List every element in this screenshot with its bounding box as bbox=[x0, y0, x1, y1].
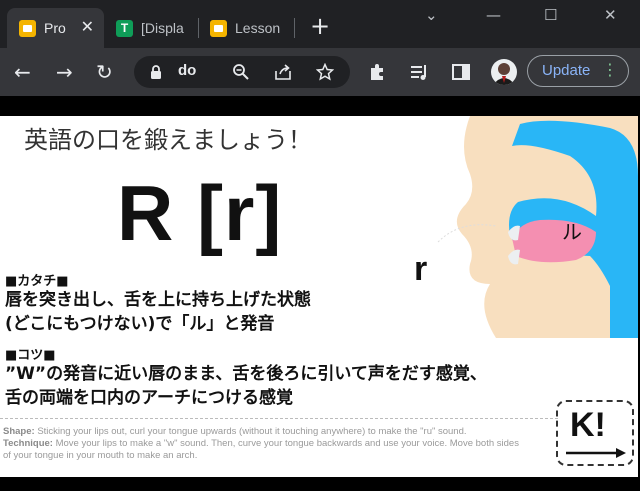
new-tab-button[interactable]: + bbox=[310, 12, 330, 40]
update-button[interactable]: Update ⋮ bbox=[527, 55, 629, 87]
tab-strip: Pro ✕ T [Displa Lesson + ⌄ — ☐ ✕ bbox=[0, 0, 640, 48]
technique-note-text: Move your lips to make a "w" sound. Then… bbox=[3, 438, 519, 461]
tips-line-1: ”W”の発音に近い唇のまま、舌を後ろに引いて声をだす感覚、 bbox=[5, 364, 487, 384]
close-window-button[interactable]: ✕ bbox=[604, 6, 617, 24]
lock-icon bbox=[151, 65, 161, 79]
tab-lesson[interactable]: Lesson bbox=[198, 8, 292, 48]
slides-icon bbox=[19, 19, 36, 37]
reload-button[interactable]: ↻ bbox=[96, 60, 113, 84]
tab-title: Lesson bbox=[235, 20, 281, 36]
tab-divider bbox=[294, 18, 295, 38]
shape-note-text: Sticking your lips out, curl your tongue… bbox=[37, 426, 467, 437]
back-button[interactable]: ← bbox=[14, 60, 31, 84]
tab-presentation[interactable]: Pro ✕ bbox=[7, 8, 104, 48]
tab-title: [Displa bbox=[141, 20, 184, 36]
sheets-icon: T bbox=[116, 19, 133, 37]
mouth-diagram bbox=[437, 116, 638, 338]
tab-title: Pro bbox=[44, 20, 66, 36]
shape-line-1: 唇を突き出し、舌を上に持ち上げた状態 bbox=[5, 290, 311, 310]
maximize-button[interactable]: ☐ bbox=[544, 6, 557, 24]
tips-section-label: ■コツ■ bbox=[5, 348, 56, 363]
slide-canvas: 英語の口を鍛えましょう！ R [r] ル r ■カタチ■ 唇を突き出し、舌を上に… bbox=[0, 116, 638, 477]
forward-button[interactable]: → bbox=[56, 60, 73, 84]
minimize-button[interactable]: — bbox=[486, 6, 501, 24]
url-text: do bbox=[178, 62, 197, 79]
shape-note: Shape: Sticking your lips out, curl your… bbox=[3, 426, 523, 438]
update-label: Update bbox=[542, 62, 591, 79]
logo-text: K! bbox=[570, 406, 606, 444]
sidebar-icon[interactable] bbox=[451, 62, 471, 82]
bottom-letterbox bbox=[0, 477, 640, 491]
browser-toolbar: ← → ↻ do Update ⋮ bbox=[0, 48, 640, 96]
shape-note-label: Shape: bbox=[3, 426, 35, 437]
reading-list-icon[interactable] bbox=[409, 62, 429, 82]
tab-display[interactable]: T [Displa bbox=[104, 8, 196, 48]
slides-icon bbox=[210, 19, 227, 37]
technique-note: Technique: Move your lips to make a "w" … bbox=[3, 438, 523, 462]
extensions-icon[interactable] bbox=[368, 62, 388, 82]
star-icon[interactable] bbox=[316, 63, 334, 81]
tips-description: ”W”の発音に近い唇のまま、舌を後ろに引いて声をだす感覚、 舌の両端を口内のアー… bbox=[5, 362, 487, 410]
english-notes: Shape: Sticking your lips out, curl your… bbox=[3, 426, 523, 462]
arrow-icon bbox=[566, 448, 626, 458]
slide-heading: 英語の口を鍛えましょう！ bbox=[24, 126, 312, 154]
tab-search-chevron-icon[interactable]: ⌄ bbox=[425, 6, 438, 24]
shape-section-label: ■カタチ■ bbox=[5, 274, 69, 289]
shape-description: 唇を突き出し、舌を上に持ち上げた状態 (どこにもつけない)で「ル」と発音 bbox=[5, 288, 311, 336]
tips-line-2: 舌の両端を口内のアーチにつける感覚 bbox=[5, 388, 293, 408]
diagram-letter: r bbox=[414, 250, 428, 288]
share-icon[interactable] bbox=[274, 63, 292, 81]
address-bar[interactable]: do bbox=[134, 56, 350, 88]
profile-photo bbox=[493, 63, 515, 85]
phoneme-title: R [r] bbox=[117, 169, 283, 257]
close-tab-icon[interactable]: ✕ bbox=[81, 19, 94, 37]
k-logo: K! bbox=[556, 400, 634, 466]
shape-line-2: (どこにもつけない)で「ル」と発音 bbox=[5, 314, 275, 334]
menu-dots-icon[interactable]: ⋮ bbox=[602, 61, 618, 79]
tongue-sound-label: ル bbox=[562, 220, 582, 244]
divider bbox=[0, 418, 558, 419]
zoom-icon[interactable] bbox=[232, 63, 250, 81]
avatar[interactable] bbox=[491, 59, 517, 85]
technique-note-label: Technique: bbox=[3, 438, 53, 449]
